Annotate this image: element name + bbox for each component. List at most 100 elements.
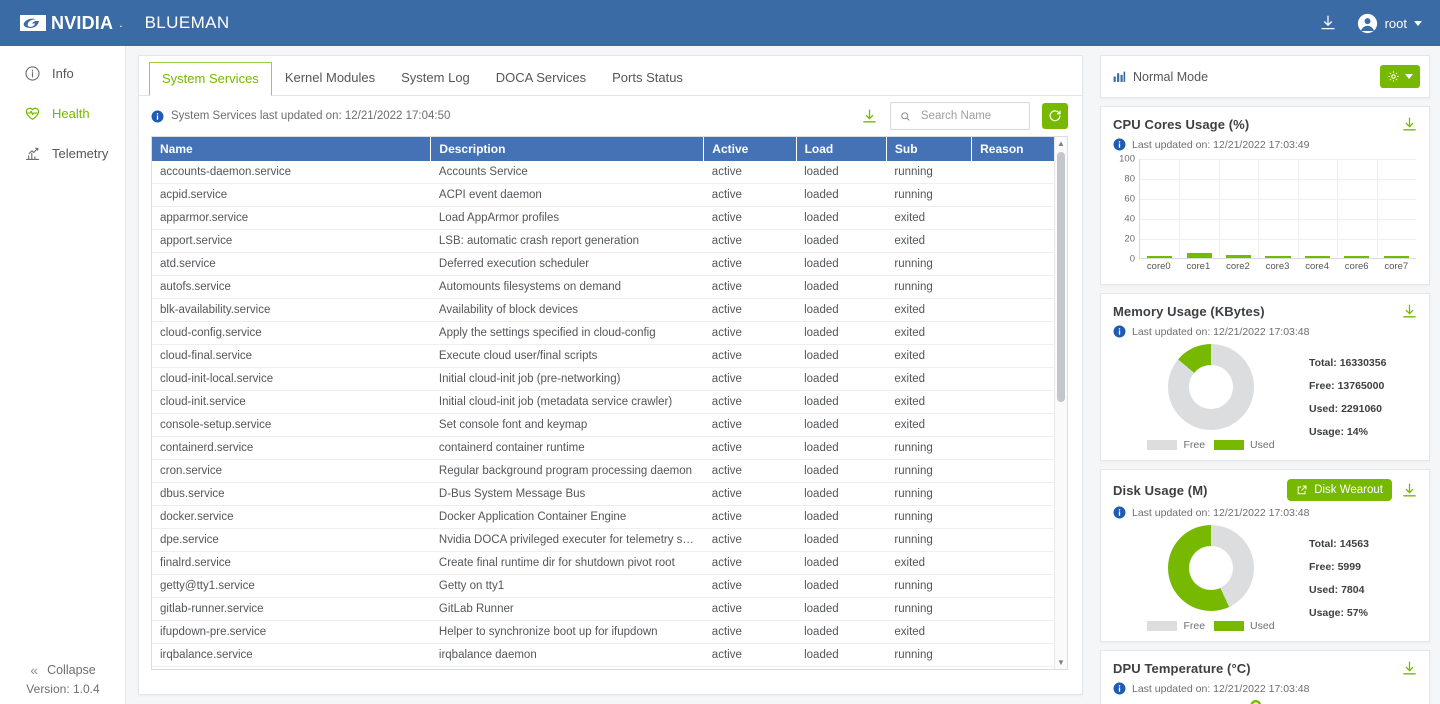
table-row[interactable]: ifupdown-pre.serviceHelper to synchroniz…	[152, 621, 1067, 644]
cell-reason	[972, 621, 1067, 644]
download-icon[interactable]	[861, 108, 878, 125]
download-icon[interactable]	[1319, 14, 1337, 32]
table-row[interactable]: console-setup.serviceSet console font an…	[152, 414, 1067, 437]
cell-sub: exited	[886, 230, 971, 253]
cpu-chart-bar[interactable]	[1147, 256, 1172, 258]
table-row[interactable]: accounts-daemon.serviceAccounts Servicea…	[152, 161, 1067, 184]
external-link-icon	[1296, 484, 1308, 496]
sidebar-item-telemetry[interactable]: Telemetry	[0, 136, 125, 170]
cell-description: Initial cloud-init job (pre-networking)	[431, 368, 704, 391]
column-header-active[interactable]: Active	[704, 137, 796, 161]
cell-load: loaded	[796, 299, 886, 322]
sidebar-item-info[interactable]: Info	[0, 56, 125, 90]
collapse-sidebar-button[interactable]: « Collapse	[0, 663, 126, 677]
table-row[interactable]: dbus.serviceD-Bus System Message Busacti…	[152, 483, 1067, 506]
tab-ports-status[interactable]: Ports Status	[599, 61, 696, 95]
table-row[interactable]: autofs.serviceAutomounts filesystems on …	[152, 276, 1067, 299]
table-row[interactable]: containerd.servicecontainerd container r…	[152, 437, 1067, 460]
tab-doca-services[interactable]: DOCA Services	[483, 61, 599, 95]
table-row[interactable]: getty@tty1.serviceGetty on tty1activeloa…	[152, 575, 1067, 598]
table-row[interactable]: atd.serviceDeferred execution schedulera…	[152, 253, 1067, 276]
legend-used-swatch	[1214, 440, 1244, 450]
download-icon[interactable]	[1401, 482, 1418, 499]
dpu-temperature-card: DPU Temperature (°C) Last updated on: 12…	[1100, 650, 1430, 704]
cell-active: active	[704, 322, 796, 345]
column-header-sub[interactable]: Sub	[886, 137, 971, 161]
cell-active: active	[704, 483, 796, 506]
legend-free-label: Free	[1183, 620, 1205, 632]
table-row[interactable]: apparmor.serviceLoad AppArmor profilesac…	[152, 207, 1067, 230]
cell-sub: exited	[886, 368, 971, 391]
table-scrollbar[interactable]: ▲ ▼	[1054, 137, 1067, 669]
table-row[interactable]: cloud-final.serviceExecute cloud user/fi…	[152, 345, 1067, 368]
table-row[interactable]: irqbalance.serviceirqbalance daemonactiv…	[152, 644, 1067, 667]
cell-sub: exited	[886, 667, 971, 671]
scroll-down-icon[interactable]: ▼	[1055, 656, 1067, 669]
scroll-up-icon[interactable]: ▲	[1055, 137, 1067, 150]
tab-system-log[interactable]: System Log	[388, 61, 483, 95]
cpu-chart-bar[interactable]	[1265, 256, 1290, 258]
download-icon[interactable]	[1401, 116, 1418, 133]
cell-description: GitLab Runner	[431, 598, 704, 621]
cell-description: LSB: Load kernel image with kexec	[431, 667, 704, 671]
table-row[interactable]: gitlab-runner.serviceGitLab Runneractive…	[152, 598, 1067, 621]
column-header-load[interactable]: Load	[796, 137, 886, 161]
tab-system-services[interactable]: System Services	[149, 62, 272, 96]
cell-description: Apply the settings specified in cloud-co…	[431, 322, 704, 345]
table-row[interactable]: cloud-config.serviceApply the settings s…	[152, 322, 1067, 345]
cell-active: active	[704, 667, 796, 671]
search-input[interactable]	[919, 109, 1020, 123]
cell-description: D-Bus System Message Bus	[431, 483, 704, 506]
table-row[interactable]: apport.serviceLSB: automatic crash repor…	[152, 230, 1067, 253]
cpu-chart-bar[interactable]	[1344, 256, 1369, 258]
table-row[interactable]: docker.serviceDocker Application Contain…	[152, 506, 1067, 529]
last-updated-status: System Services last updated on: 12/21/2…	[151, 110, 450, 123]
column-header-name[interactable]: Name	[152, 137, 431, 161]
cpu-chart-x-tick: core4	[1297, 261, 1337, 272]
table-row[interactable]: finalrd.serviceCreate final runtime dir …	[152, 552, 1067, 575]
cell-sub: running	[886, 460, 971, 483]
download-icon[interactable]	[1401, 303, 1418, 320]
tab-kernel-modules[interactable]: Kernel Modules	[272, 61, 388, 95]
table-row[interactable]: cloud-init-local.serviceInitial cloud-in…	[152, 368, 1067, 391]
nvidia-eye-icon	[20, 15, 46, 31]
cpu-chart-y-tick: 20	[1113, 234, 1135, 245]
column-header-description[interactable]: Description	[431, 137, 704, 161]
table-row[interactable]: acpid.serviceACPI event daemonactiveload…	[152, 184, 1067, 207]
scrollbar-thumb[interactable]	[1057, 152, 1065, 402]
settings-button[interactable]	[1380, 65, 1420, 88]
cpu-chart-bar[interactable]	[1226, 255, 1251, 258]
cell-description: Getty on tty1	[431, 575, 704, 598]
cell-reason	[972, 483, 1067, 506]
refresh-button[interactable]	[1042, 103, 1068, 129]
cell-reason	[972, 184, 1067, 207]
table-row[interactable]: dpe.serviceNvidia DOCA privileged execut…	[152, 529, 1067, 552]
cpu-chart-bar[interactable]	[1384, 256, 1409, 258]
cpu-chart-bar[interactable]	[1187, 253, 1212, 258]
table-row[interactable]: cron.serviceRegular background program p…	[152, 460, 1067, 483]
cell-name: dbus.service	[152, 483, 431, 506]
cell-load: loaded	[796, 368, 886, 391]
cell-description: Load AppArmor profiles	[431, 207, 704, 230]
cpu-chart-bar[interactable]	[1305, 256, 1330, 258]
disk-wearout-button[interactable]: Disk Wearout	[1287, 479, 1392, 501]
table-row[interactable]: cloud-init.serviceInitial cloud-init job…	[152, 391, 1067, 414]
sidebar: Info Health Telemetry « Collapse Version…	[0, 46, 126, 704]
cell-name: cron.service	[152, 460, 431, 483]
heart-pulse-icon	[24, 105, 41, 122]
cell-active: active	[704, 299, 796, 322]
cpu-chart-y-tick: 60	[1113, 194, 1135, 205]
cpu-chart-bar-cell	[1219, 159, 1258, 258]
sidebar-item-health[interactable]: Health	[0, 96, 125, 130]
cell-load: loaded	[796, 345, 886, 368]
cell-description: ACPI event daemon	[431, 184, 704, 207]
cell-sub: running	[886, 506, 971, 529]
table-row[interactable]: kexec-load.serviceLSB: Load kernel image…	[152, 667, 1067, 671]
sidebar-item-label: Health	[52, 106, 90, 121]
cell-name: cloud-init.service	[152, 391, 431, 414]
search-box[interactable]	[890, 102, 1030, 130]
column-header-reason[interactable]: Reason	[972, 137, 1067, 161]
download-icon[interactable]	[1401, 660, 1418, 677]
table-row[interactable]: blk-availability.serviceAvailability of …	[152, 299, 1067, 322]
user-menu[interactable]: root	[1357, 13, 1422, 34]
